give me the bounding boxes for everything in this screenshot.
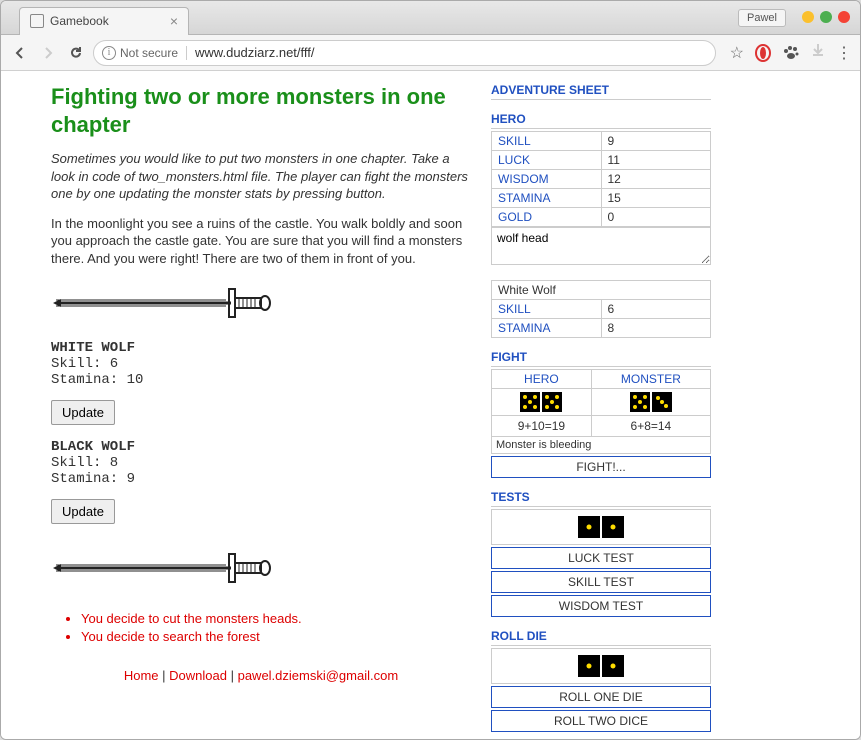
security-label: Not secure [120, 46, 178, 60]
hero-header: HERO [491, 112, 711, 129]
back-button[interactable] [9, 42, 31, 64]
monster-2-skill: Skill: 8 [51, 455, 471, 471]
tab-title: Gamebook [50, 14, 170, 28]
browser-tab[interactable]: Gamebook × [19, 7, 189, 35]
page-content: Fighting two or more monsters in one cha… [1, 71, 860, 739]
email-link[interactable]: pawel.dziemski@gmail.com [238, 668, 399, 683]
maximize-icon[interactable] [820, 11, 832, 23]
wisdom-test-button[interactable]: WISDOM TEST [491, 595, 711, 617]
bookmark-star-icon[interactable]: ☆ [730, 43, 744, 63]
hero-notes-input[interactable] [491, 227, 711, 265]
hero-gold-value: 0 [601, 208, 711, 227]
roll-dice-area [491, 648, 711, 684]
monster-dice [595, 392, 707, 412]
fight-hero-col: HERO [492, 370, 592, 389]
hero-skill-value: 9 [601, 132, 711, 151]
url-text: www.dudziarz.net/fff/ [195, 45, 314, 60]
hero-wisdom-label: WISDOM [492, 170, 602, 189]
choice-list: You decide to cut the monsters heads. Yo… [81, 611, 471, 644]
intro-paragraph: Sometimes you would like to put two mons… [51, 150, 471, 203]
roll-two-button[interactable]: ROLL TWO DICE [491, 710, 711, 732]
hero-skill-label: SKILL [492, 132, 602, 151]
enemy-stamina-label: STAMINA [492, 319, 602, 338]
extension-icon[interactable] [754, 44, 772, 62]
home-link[interactable]: Home [124, 668, 159, 683]
monster-2-name: BLACK WOLF [51, 439, 471, 455]
hero-stats-table: SKILL9 LUCK11 WISDOM12 STAMINA15 GOLD0 [491, 131, 711, 227]
address-bar[interactable]: i Not secure www.dudziarz.net/fff/ [93, 40, 716, 66]
monster-2-block: BLACK WOLF Skill: 8 Stamina: 9 [51, 439, 471, 487]
forward-button [37, 42, 59, 64]
die-icon [578, 655, 600, 677]
enemy-skill-value: 6 [601, 300, 711, 319]
choice-link-2[interactable]: You decide to search the forest [81, 629, 260, 644]
enemy-stamina-value: 8 [601, 319, 711, 338]
fight-header: FIGHT [491, 350, 711, 367]
adventure-sheet-header: ADVENTURE SHEET [491, 83, 711, 100]
roll-header: ROLL DIE [491, 629, 711, 646]
monster-2-stamina: Stamina: 9 [51, 471, 471, 487]
enemy-skill-label: SKILL [492, 300, 602, 319]
hero-gold-label: GOLD [492, 208, 602, 227]
hero-luck-value: 11 [601, 151, 711, 170]
window-controls [802, 11, 850, 23]
hero-dice [495, 392, 588, 412]
page-icon [30, 14, 44, 28]
tests-header: TESTS [491, 490, 711, 507]
download-icon[interactable] [810, 42, 826, 63]
hero-wisdom-value: 12 [601, 170, 711, 189]
hero-stamina-value: 15 [601, 189, 711, 208]
choice-link-1[interactable]: You decide to cut the monsters heads. [81, 611, 302, 626]
fight-status: Monster is bleeding [491, 437, 711, 454]
footer-links: Home | Download | pawel.dziemski@gmail.c… [51, 668, 471, 683]
sword-divider-icon [51, 283, 471, 326]
kebab-menu-icon[interactable]: ⋮ [836, 43, 852, 63]
reload-button[interactable] [65, 42, 87, 64]
luck-test-button[interactable]: LUCK TEST [491, 547, 711, 569]
monster-1-block: WHITE WOLF Skill: 6 Stamina: 10 [51, 340, 471, 388]
roll-one-button[interactable]: ROLL ONE DIE [491, 686, 711, 708]
choice-item: You decide to cut the monsters heads. [81, 611, 471, 626]
hero-luck-label: LUCK [492, 151, 602, 170]
gnome-paw-icon[interactable] [782, 44, 800, 62]
monster-calc: 6+8=14 [591, 416, 710, 437]
update-monster-1-button[interactable]: Update [51, 400, 115, 425]
fight-table: HERO MONSTER 9+10=19 [491, 369, 711, 437]
download-link[interactable]: Download [169, 668, 227, 683]
fight-button[interactable]: FIGHT!... [491, 456, 711, 478]
enemy-stats-table: White Wolf SKILL6 STAMINA8 [491, 280, 711, 338]
choice-item: You decide to search the forest [81, 629, 471, 644]
monster-1-name: WHITE WOLF [51, 340, 471, 356]
hero-stamina-label: STAMINA [492, 189, 602, 208]
sword-divider-icon [51, 548, 471, 591]
tests-dice-area [491, 509, 711, 545]
fight-monster-col: MONSTER [591, 370, 710, 389]
die-icon [578, 516, 600, 538]
story-paragraph: In the moonlight you see a ruins of the … [51, 215, 471, 268]
die-icon [602, 516, 624, 538]
enemy-name: White Wolf [492, 281, 711, 300]
update-monster-2-button[interactable]: Update [51, 499, 115, 524]
window-titlebar: Gamebook × Pawel [1, 1, 860, 35]
close-tab-icon[interactable]: × [170, 13, 178, 29]
close-window-icon[interactable] [838, 11, 850, 23]
monster-1-stamina: Stamina: 10 [51, 372, 471, 388]
security-indicator[interactable]: i Not secure [102, 46, 187, 60]
hero-calc: 9+10=19 [492, 416, 592, 437]
die-icon [602, 655, 624, 677]
page-title: Fighting two or more monsters in one cha… [51, 83, 471, 138]
skill-test-button[interactable]: SKILL TEST [491, 571, 711, 593]
minimize-icon[interactable] [802, 11, 814, 23]
monster-1-skill: Skill: 6 [51, 356, 471, 372]
browser-toolbar: i Not secure www.dudziarz.net/fff/ ☆ ⋮ [1, 35, 860, 71]
profile-badge[interactable]: Pawel [738, 9, 786, 27]
info-icon: i [102, 46, 116, 60]
